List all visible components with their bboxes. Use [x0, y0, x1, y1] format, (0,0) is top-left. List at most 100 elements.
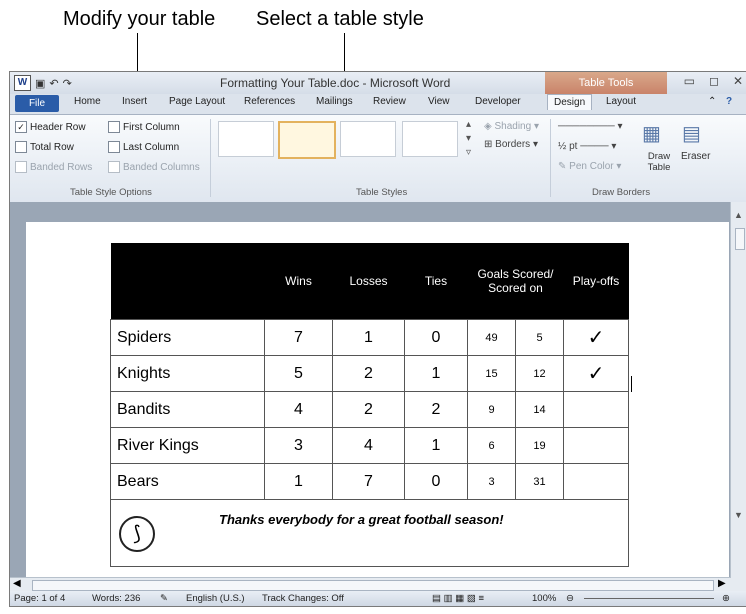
minimize-ribbon-icon[interactable]: ⌃ — [708, 96, 716, 107]
banded-rows-checkbox[interactable] — [15, 161, 27, 173]
goals-against-cell[interactable]: 31 — [515, 463, 564, 500]
scroll-left-icon[interactable]: ◀ — [13, 578, 21, 589]
tab-design[interactable]: Design — [547, 94, 593, 110]
scroll-down-icon[interactable]: ▼ — [734, 510, 743, 520]
horizontal-scroll-thumb[interactable] — [32, 580, 714, 591]
wins-cell[interactable]: 4 — [264, 391, 333, 428]
proofing-icon[interactable]: ✎ — [160, 593, 168, 604]
header-cell-goals[interactable]: Goals Scored/ Scored on — [467, 243, 564, 320]
pen-color-button[interactable]: ✎ Pen Color ▾ — [558, 161, 621, 172]
table-style-thumb[interactable] — [402, 121, 458, 157]
line-weight-dropdown[interactable]: ½ pt ──── ▾ — [558, 141, 616, 152]
tab-page-layout[interactable]: Page Layout — [169, 96, 225, 107]
zoom-level[interactable]: 100% — [532, 593, 556, 604]
goals-against-cell[interactable]: 19 — [515, 427, 564, 464]
wins-cell[interactable]: 3 — [264, 427, 333, 464]
gallery-up-icon[interactable]: ▴ — [466, 119, 471, 130]
header-cell-team[interactable] — [110, 243, 265, 320]
header-cell-playoffs[interactable]: Play-offs — [563, 243, 629, 320]
wins-cell[interactable]: 7 — [264, 319, 333, 356]
total-row-checkbox[interactable] — [15, 141, 27, 153]
shading-button[interactable]: ◈ Shading ▾ — [484, 121, 539, 132]
playoff-cell[interactable] — [563, 463, 629, 500]
goals-against-cell[interactable]: 5 — [515, 319, 564, 356]
minimize-button[interactable]: ▭ — [684, 74, 695, 88]
scroll-thumb[interactable] — [735, 228, 745, 250]
ties-cell[interactable]: 0 — [404, 319, 468, 356]
playoff-cell[interactable] — [563, 427, 629, 464]
borders-button[interactable]: ⊞ Borders ▾ — [484, 139, 538, 150]
table-style-thumb[interactable] — [340, 121, 396, 157]
losses-cell[interactable]: 1 — [332, 319, 405, 356]
ties-cell[interactable]: 1 — [404, 427, 468, 464]
losses-cell[interactable]: 2 — [332, 355, 405, 392]
wins-cell[interactable]: 1 — [264, 463, 333, 500]
playoff-cell[interactable]: ✓ — [563, 319, 629, 356]
scroll-right-icon[interactable]: ▶ — [718, 578, 726, 589]
header-cell-ties[interactable]: Ties — [404, 243, 468, 320]
goals-scored-cell[interactable]: 15 — [467, 355, 516, 392]
undo-icon[interactable]: ↶ — [49, 77, 58, 90]
gallery-more-icon[interactable]: ▿ — [466, 147, 471, 158]
table-style-thumb[interactable] — [218, 121, 274, 157]
banded-rows-option[interactable]: Banded Rows — [15, 161, 92, 173]
redo-icon[interactable]: ↷ — [63, 77, 72, 90]
losses-cell[interactable]: 7 — [332, 463, 405, 500]
goals-scored-cell[interactable]: 9 — [467, 391, 516, 428]
ties-cell[interactable]: 1 — [404, 355, 468, 392]
horizontal-scrollbar[interactable]: ◀ ▶ — [10, 577, 731, 592]
last-column-option[interactable]: Last Column — [108, 141, 179, 153]
ties-cell[interactable]: 2 — [404, 391, 468, 428]
tab-references[interactable]: References — [244, 96, 295, 107]
header-row-checkbox[interactable]: ✓ — [15, 121, 27, 133]
first-column-option[interactable]: First Column — [108, 121, 180, 133]
word-app-icon[interactable]: W — [14, 75, 31, 91]
page-count[interactable]: Page: 1 of 4 — [14, 593, 65, 604]
vertical-scrollbar[interactable]: ▲ ▼ — [730, 202, 746, 591]
last-column-checkbox[interactable] — [108, 141, 120, 153]
tab-developer[interactable]: Developer — [475, 96, 521, 107]
banded-columns-option[interactable]: Banded Columns — [108, 161, 200, 173]
goals-scored-cell[interactable]: 3 — [467, 463, 516, 500]
footer-cell[interactable]: ⟆ Thanks everybody for a great football … — [110, 499, 629, 567]
close-button[interactable]: ✕ — [733, 74, 743, 88]
losses-cell[interactable]: 4 — [332, 427, 405, 464]
losses-cell[interactable]: 2 — [332, 391, 405, 428]
track-changes[interactable]: Track Changes: Off — [262, 593, 344, 604]
team-cell[interactable]: Spiders — [110, 319, 265, 356]
ties-cell[interactable]: 0 — [404, 463, 468, 500]
tab-home[interactable]: Home — [74, 96, 101, 107]
header-row-option[interactable]: ✓ Header Row — [15, 121, 86, 133]
goals-scored-cell[interactable]: 49 — [467, 319, 516, 356]
tab-mailings[interactable]: Mailings — [316, 96, 353, 107]
tab-insert[interactable]: Insert — [122, 96, 147, 107]
football-table[interactable]: Wins Losses Ties Goals Scored/ Scored on… — [110, 243, 629, 567]
view-buttons-icon[interactable]: ▤ ▥ ▦ ▧ ≡ — [432, 593, 484, 604]
total-row-option[interactable]: Total Row — [15, 141, 74, 153]
team-cell[interactable]: Knights — [110, 355, 265, 392]
header-cell-losses[interactable]: Losses — [332, 243, 405, 320]
save-icon[interactable]: ▣ — [35, 77, 45, 90]
goals-against-cell[interactable]: 14 — [515, 391, 564, 428]
team-cell[interactable]: Bandits — [110, 391, 265, 428]
tab-view[interactable]: View — [428, 96, 450, 107]
help-icon[interactable]: ? — [726, 96, 732, 107]
zoom-slider[interactable] — [584, 598, 714, 599]
word-count[interactable]: Words: 236 — [92, 593, 140, 604]
maximize-button[interactable]: ◻ — [709, 74, 719, 88]
table-style-thumb-selected[interactable] — [278, 121, 336, 159]
language[interactable]: English (U.S.) — [186, 593, 245, 604]
team-cell[interactable]: Bears — [110, 463, 265, 500]
goals-against-cell[interactable]: 12 — [515, 355, 564, 392]
gallery-down-icon[interactable]: ▾ — [466, 133, 471, 144]
tab-review[interactable]: Review — [373, 96, 406, 107]
playoff-cell[interactable] — [563, 391, 629, 428]
playoff-cell[interactable]: ✓ — [563, 355, 629, 392]
draw-table-icon[interactable]: ▦ — [642, 121, 661, 146]
line-style-dropdown[interactable]: ──────── ▾ — [558, 121, 622, 132]
wins-cell[interactable]: 5 — [264, 355, 333, 392]
banded-columns-checkbox[interactable] — [108, 161, 120, 173]
header-cell-wins[interactable]: Wins — [264, 243, 333, 320]
team-cell[interactable]: River Kings — [110, 427, 265, 464]
eraser-icon[interactable]: ▤ — [682, 121, 701, 146]
